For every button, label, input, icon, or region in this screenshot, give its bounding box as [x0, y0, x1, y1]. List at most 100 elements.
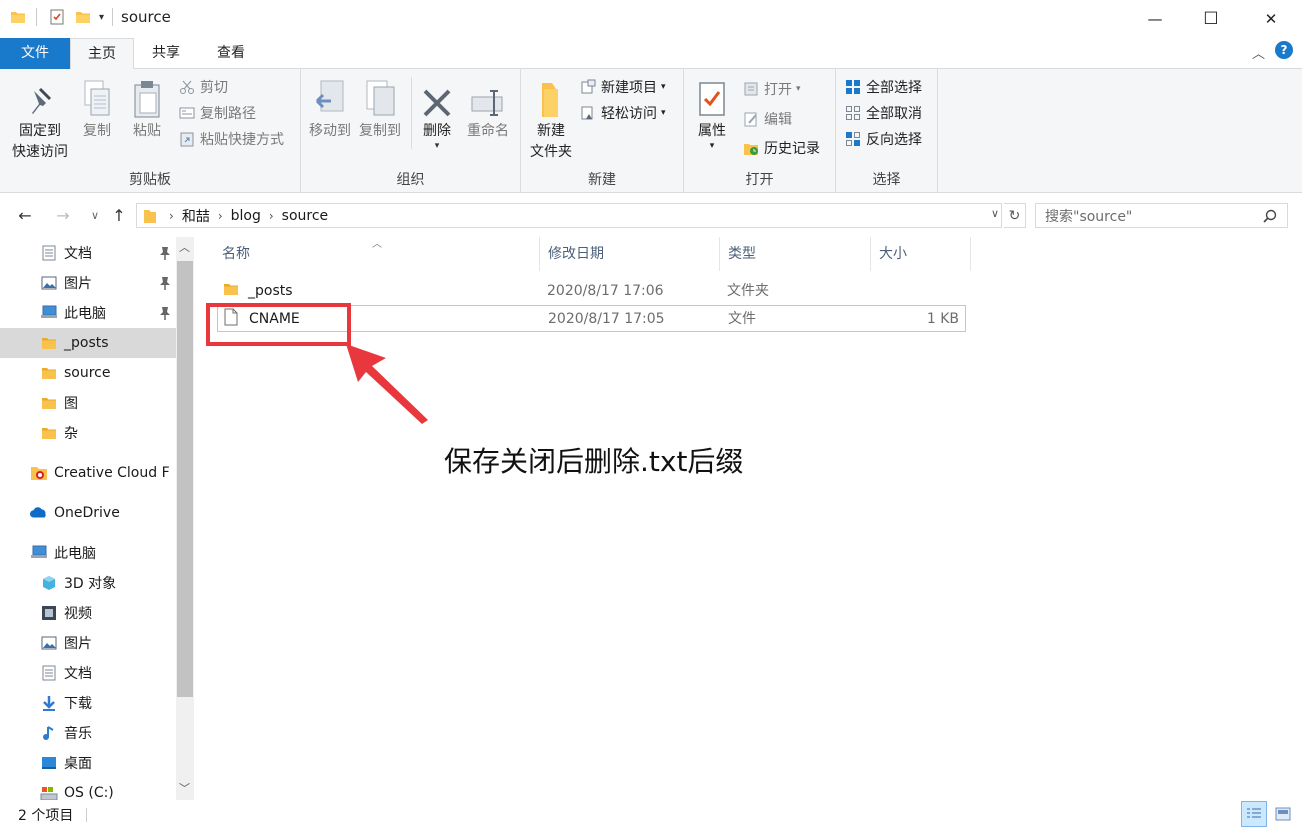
column-header-name[interactable]: 名称 — [214, 237, 540, 271]
sidebar-item-label: 3D 对象 — [64, 576, 117, 592]
maximize-button[interactable]: ☐ — [1188, 0, 1234, 38]
paste-shortcut-button[interactable]: 粘贴快捷方式 — [178, 127, 284, 151]
sidebar-item[interactable]: Creative Cloud F — [0, 458, 176, 488]
new-folder-qat-icon[interactable] — [75, 9, 91, 25]
properties-button[interactable]: 属性 ▾ — [690, 75, 734, 151]
paste-label: 粘贴 — [133, 123, 161, 139]
paste-button[interactable]: 粘贴 — [126, 75, 168, 142]
close-button[interactable]: ✕ — [1248, 0, 1294, 38]
copy-button[interactable]: 复制 — [76, 75, 118, 142]
rename-icon — [470, 75, 506, 119]
collapse-ribbon-icon[interactable]: ︿ — [1252, 43, 1265, 62]
sidebar-item-label: OneDrive — [54, 505, 120, 521]
up-button[interactable]: ↑ — [108, 204, 130, 226]
edit-icon — [742, 110, 760, 128]
sidebar-item[interactable]: _posts — [0, 328, 176, 358]
sidebar-item[interactable]: OneDrive — [0, 498, 176, 528]
sidebar-item[interactable]: source — [0, 358, 176, 388]
select-none-icon — [844, 104, 862, 122]
status-bar: 2 个项目 — [0, 800, 1302, 830]
tab-view[interactable]: 查看 — [200, 38, 262, 69]
sidebar-item[interactable]: 图 — [0, 388, 176, 418]
sidebar-item-label: OS (C:) — [64, 785, 114, 800]
select-none-button[interactable]: 全部取消 — [844, 101, 922, 125]
delete-button[interactable]: 删除 ▾ — [417, 75, 457, 151]
history-button[interactable]: 历史记录 — [742, 136, 820, 160]
sidebar-item[interactable]: 此电脑 — [0, 298, 176, 328]
tab-file[interactable]: 文件 — [0, 38, 70, 69]
sidebar-item[interactable]: 此电脑 — [0, 538, 176, 568]
scroll-up-icon[interactable]: ︿ — [179, 239, 190, 255]
forward-button[interactable]: → — [52, 204, 74, 226]
pin-icon — [158, 305, 172, 321]
sidebar-item-label: 文档 — [64, 666, 92, 682]
help-icon[interactable]: ? — [1275, 41, 1293, 59]
column-header-date[interactable]: 修改日期 — [540, 237, 720, 271]
scissors-icon — [178, 78, 196, 96]
sidebar-item[interactable]: 文档 — [0, 658, 176, 688]
sidebar-item[interactable]: 下载 — [0, 688, 176, 718]
easy-access-dropdown-icon: ▾ — [661, 108, 666, 118]
pin-quick-access-button[interactable]: 固定到 快速访问 — [6, 75, 74, 163]
scrollbar-thumb[interactable] — [177, 261, 193, 697]
sidebar-item[interactable]: 图片 — [0, 268, 176, 298]
tab-share[interactable]: 共享 — [135, 38, 197, 69]
sidebar-item[interactable]: OS (C:) — [0, 778, 176, 800]
sidebar-item[interactable]: 图片 — [0, 628, 176, 658]
column-header-type[interactable]: 类型 — [720, 237, 871, 271]
breadcrumb-item[interactable]: 和喆 — [182, 206, 210, 226]
recent-locations-button[interactable]: ∨ — [84, 204, 106, 226]
delete-dropdown-icon[interactable]: ▾ — [417, 142, 457, 151]
cut-button[interactable]: 剪切 — [178, 75, 228, 99]
sidebar-item-label: 文档 — [64, 246, 92, 262]
sidebar-item[interactable]: 视频 — [0, 598, 176, 628]
new-folder-button[interactable]: 新建 文件夹 — [525, 75, 577, 163]
address-bar[interactable]: › 和喆 › blog › source ∨ — [136, 203, 1002, 228]
pin-icon — [158, 245, 172, 261]
search-input[interactable]: 搜索"source" — [1035, 203, 1288, 228]
tab-home[interactable]: 主页 — [70, 38, 134, 70]
refresh-button[interactable]: ↻ — [1004, 203, 1026, 228]
open-button[interactable]: 打开 ▾ — [742, 77, 801, 101]
select-all-button[interactable]: 全部选择 — [844, 75, 922, 99]
sidebar-item[interactable]: 杂 — [0, 418, 176, 448]
move-to-icon — [312, 75, 348, 119]
organize-group-label: 组织 — [396, 172, 425, 188]
new-item-button[interactable]: 新建项目 ▾ — [579, 75, 666, 99]
column-header-size[interactable]: 大小 — [871, 237, 971, 271]
breadcrumb-item[interactable]: blog — [231, 208, 261, 224]
details-view-button[interactable] — [1241, 801, 1267, 827]
sidebar-item-label: 此电脑 — [54, 546, 96, 562]
rename-label: 重命名 — [467, 123, 509, 139]
breadcrumb-item[interactable]: source — [282, 208, 329, 224]
sidebar-item-label: 桌面 — [64, 756, 92, 772]
qat-dropdown-icon[interactable]: ▾ — [99, 12, 104, 23]
sidebar-item-label: _posts — [64, 335, 109, 351]
back-button[interactable]: ← — [14, 204, 36, 226]
sidebar-scrollbar[interactable]: ︿ ﹀ — [176, 237, 194, 800]
up-arrow-icon: ↑ — [112, 205, 126, 225]
move-to-button[interactable]: 移动到 — [305, 75, 355, 142]
paste-icon — [129, 75, 165, 119]
file-row[interactable]: _posts 2020/8/17 17:06 文件夹 — [217, 278, 966, 305]
properties-qat-icon[interactable] — [49, 9, 65, 25]
invert-selection-button[interactable]: 反向选择 — [844, 127, 922, 151]
scroll-down-icon[interactable]: ﹀ — [179, 780, 190, 796]
minimize-button[interactable]: — — [1132, 0, 1178, 38]
copy-path-label: 复制路径 — [200, 106, 256, 122]
properties-dropdown-icon[interactable]: ▾ — [690, 142, 734, 151]
sidebar-item-label: source — [64, 365, 111, 381]
rename-button[interactable]: 重命名 — [463, 75, 513, 142]
easy-access-button[interactable]: 轻松访问 ▾ — [579, 101, 666, 125]
copy-to-button[interactable]: 复制到 — [355, 75, 405, 142]
address-dropdown-icon[interactable]: ∨ — [991, 207, 999, 220]
edit-button[interactable]: 编辑 — [742, 107, 792, 131]
sidebar-item[interactable]: 音乐 — [0, 718, 176, 748]
sidebar-item[interactable]: 桌面 — [0, 748, 176, 778]
copy-path-button[interactable]: 复制路径 — [178, 101, 256, 125]
sidebar-item[interactable]: 3D 对象 — [0, 568, 176, 598]
new-folder-label-1: 新建 — [537, 123, 565, 139]
large-icons-view-button[interactable] — [1270, 801, 1296, 827]
sidebar-item[interactable]: 文档 — [0, 238, 176, 268]
sidebar-item-label: 图片 — [64, 636, 92, 652]
